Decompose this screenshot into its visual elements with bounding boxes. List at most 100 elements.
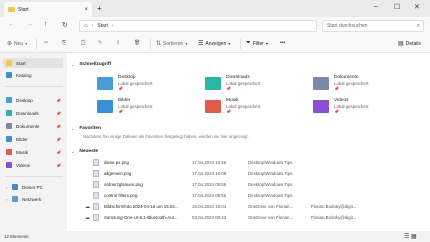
search-input[interactable]: Start durchsuchen ⌕	[322, 20, 424, 32]
image-file-icon	[93, 181, 99, 188]
desktop-icon	[6, 97, 12, 103]
quick-access-item-music[interactable]: Musik Lokal gespeichert 📌	[205, 98, 260, 114]
sort-label: Sortieren	[163, 40, 184, 47]
music-icon	[6, 149, 12, 155]
quick-access-item-downloads[interactable]: Downloads Lokal gespeichert 📌	[205, 75, 260, 91]
cut-icon[interactable]: ✂	[44, 40, 48, 46]
rename-icon[interactable]: ✎	[98, 40, 102, 46]
quick-access-item-videos[interactable]: Videos Lokal gespeichert 📌	[313, 98, 368, 114]
details-button[interactable]: ▤ Details	[398, 40, 421, 48]
up-button[interactable]: ↑	[44, 21, 48, 28]
plus-icon: ⊕	[7, 41, 13, 47]
cloud-icon: ☁	[85, 214, 90, 221]
table-row[interactable]: diese ps.png 17.04.2024 10:26 Desktop\Wi…	[67, 157, 430, 168]
new-button[interactable]: ⊕ Neu ▾	[7, 40, 27, 48]
documents-icon	[6, 123, 12, 129]
item-status: Lokal gespeichert	[118, 104, 153, 109]
details-label: Details	[405, 40, 421, 47]
sidebar-item-desktop[interactable]: Desktop 📌	[3, 95, 63, 105]
file-location: Desktop\Windows Tips	[248, 193, 293, 198]
chevron-right-icon[interactable]: ›	[6, 185, 10, 190]
section-quick-access[interactable]: ⌄ Schnellzugriff	[71, 62, 111, 67]
folder-icon	[8, 7, 15, 12]
share-icon[interactable]: ⇪	[116, 40, 120, 46]
table-row[interactable]: control filters.png 17.04.2024 09:56 Des…	[67, 190, 430, 201]
sidebar-item-pictures[interactable]: Bilder 📌	[3, 134, 63, 144]
file-date: 03.04.2024 09:43	[192, 215, 227, 220]
sidebar-item-gallery[interactable]: Katalog	[3, 70, 63, 80]
forward-button[interactable]: →	[26, 21, 33, 28]
file-location: Desktop\Windows Tips	[248, 160, 293, 165]
close-button[interactable]: ✕	[414, 3, 420, 11]
favorites-empty-message: Nachdem Sie einige Dateien als Favoriten…	[83, 134, 249, 139]
chevron-right-icon[interactable]: ›	[6, 197, 10, 202]
section-title: Favoriten	[79, 126, 101, 131]
table-row[interactable]: ordnerzglsauen.png 17.04.2024 09:56 Desk…	[67, 179, 430, 190]
sidebar-item-documents[interactable]: Dokumente 📌	[3, 121, 63, 131]
item-status: Lokal gespeichert	[334, 104, 369, 109]
table-row[interactable]: ☁ Bildschirmfoto 2024-04-16 um 15.04... …	[67, 201, 430, 212]
new-label: Neu	[14, 40, 24, 47]
file-owner: Florian.Bodoky@digit...	[311, 215, 357, 220]
sidebar-item-start[interactable]: Start	[3, 58, 63, 68]
item-status: Lokal gespeichert	[226, 104, 261, 109]
navigation-pane: Start Katalog Desktop 📌 Downloads 📌 Doku…	[0, 53, 67, 231]
breadcrumb-start[interactable]: Start	[97, 23, 108, 29]
maximize-button[interactable]: ☐	[394, 3, 400, 11]
item-name: Desktop	[118, 75, 136, 80]
search-placeholder: Start durchsuchen	[327, 23, 368, 29]
chevron-right-icon[interactable]: ›	[92, 23, 94, 29]
section-recent[interactable]: ⌄ Neueste	[71, 149, 98, 154]
home-icon	[6, 60, 12, 66]
chevron-down-icon: ⌄	[71, 126, 75, 131]
table-row[interactable]: allgemein.png 17.04.2024 10:09 Desktop\W…	[67, 168, 430, 179]
section-favorites[interactable]: ⌄ Favoriten	[71, 126, 101, 131]
videos-folder-icon	[313, 99, 329, 113]
view-toggle-icon[interactable]: ☰ ▦	[404, 233, 417, 240]
delete-icon[interactable]: 🗑	[134, 40, 140, 46]
quick-access-item-desktop[interactable]: Desktop Lokal gespeichert 📌	[97, 75, 152, 91]
sort-button[interactable]: ⇅ Sortieren ▾	[156, 40, 187, 48]
chevron-right-icon[interactable]: ›	[112, 23, 114, 29]
sidebar-item-videos[interactable]: Videos 📌	[3, 160, 63, 170]
filter-icon: ⏷	[246, 40, 251, 46]
quick-access-item-documents[interactable]: Dokumente Lokal gespeichert 📌	[313, 75, 368, 91]
divider	[36, 39, 37, 49]
copy-icon[interactable]: ⎘	[62, 40, 66, 46]
image-file-icon	[93, 170, 99, 177]
downloads-folder-icon	[205, 76, 221, 90]
more-options-button[interactable]: •••	[280, 40, 285, 46]
divider	[150, 39, 151, 49]
file-explorer-window: Start × + – ☐ ✕ ← → ↑ ↻ ⌂ › Start › Star…	[0, 0, 430, 242]
address-field[interactable]: ⌂ › Start ›	[79, 20, 317, 32]
pin-icon: 📌	[334, 109, 339, 114]
pin-icon: 📌	[56, 110, 61, 116]
tab-close-icon[interactable]: ×	[84, 7, 88, 13]
pictures-icon	[6, 136, 12, 142]
minimize-button[interactable]: –	[374, 3, 378, 10]
filter-button[interactable]: ⏷ Filter ▾	[246, 40, 268, 47]
new-tab-button[interactable]: +	[97, 4, 102, 13]
item-count: 12 Elemente	[4, 234, 29, 239]
view-button[interactable]: ☰ Anzeigen ▾	[198, 40, 231, 48]
image-file-icon	[93, 214, 99, 221]
paste-icon[interactable]: 📋	[80, 40, 86, 46]
sidebar-item-this-pc[interactable]: › Dieser PC	[3, 182, 63, 192]
gallery-icon	[6, 72, 12, 78]
sidebar-item-music[interactable]: Musik 📌	[3, 147, 63, 157]
address-bar-row: ← → ↑ ↻ ⌂ › Start › Start durchsuchen ⌕	[0, 17, 430, 35]
refresh-button[interactable]: ↻	[62, 21, 68, 29]
chevron-down-icon: ▾	[228, 41, 231, 46]
item-name: Videos	[334, 98, 349, 103]
item-status: Lokal gespeichert	[226, 81, 261, 86]
search-icon: ⌕	[416, 22, 420, 29]
file-date: 17.04.2024 10:09	[192, 171, 227, 176]
tab-start[interactable]: Start ×	[4, 2, 92, 17]
sidebar-item-label: Videos	[16, 162, 30, 168]
sidebar-item-downloads[interactable]: Downloads 📌	[3, 108, 63, 118]
back-button[interactable]: ←	[8, 21, 15, 28]
sidebar-item-network[interactable]: › Netzwerk	[3, 194, 63, 204]
quick-access-item-pictures[interactable]: Bilder Lokal gespeichert 📌	[97, 98, 152, 114]
table-row[interactable]: ☁ Samsung-One-UI-6.1-Bluetooth-Aur... 03…	[67, 212, 430, 223]
image-file-icon	[93, 159, 99, 166]
